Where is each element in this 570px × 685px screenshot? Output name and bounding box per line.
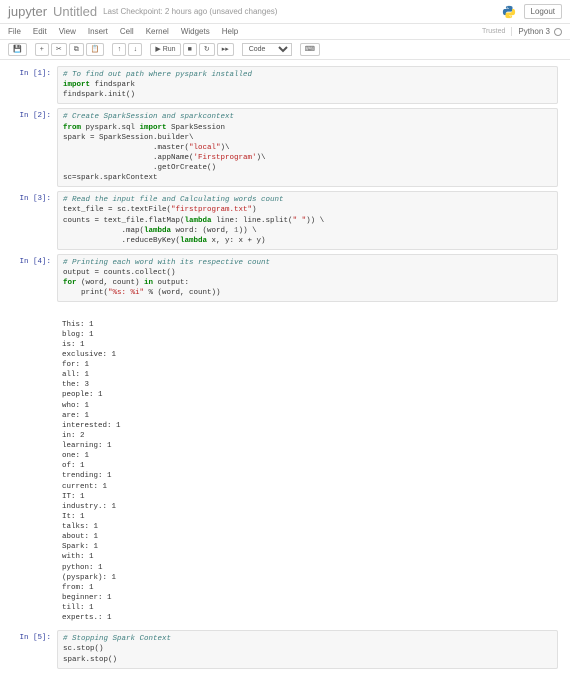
code-input[interactable]: # Printing each word with its respective… bbox=[57, 254, 558, 303]
menu-cell[interactable]: Cell bbox=[120, 27, 134, 36]
cut-button[interactable]: ✂ bbox=[51, 43, 67, 56]
copy-button[interactable]: ⧉ bbox=[69, 43, 84, 56]
toolbar: 💾 + ✂ ⧉ 📋 ↑ ↓ ▶ Run ■ ↻ ▸▸ Code ⌨ bbox=[0, 40, 570, 60]
run-button[interactable]: ▶ Run bbox=[150, 43, 180, 56]
trusted-indicator: Trusted bbox=[482, 28, 505, 35]
notebook-title[interactable]: Untitled bbox=[53, 4, 97, 19]
code-cell[interactable]: In [1]:# To find out path where pyspark … bbox=[12, 66, 558, 104]
restart-button[interactable]: ↻ bbox=[199, 43, 215, 56]
add-cell-button[interactable]: + bbox=[35, 43, 49, 56]
notebook-header: jupyter Untitled Last Checkpoint: 2 hour… bbox=[0, 0, 570, 24]
notebook-body: In [1]:# To find out path where pyspark … bbox=[0, 60, 570, 685]
code-cell[interactable]: In [5]:# Stopping Spark Context sc.stop(… bbox=[12, 630, 558, 668]
stdout-output: This: 1 blog: 1 is: 1 exclusive: 1 for: … bbox=[57, 306, 558, 626]
menu-widgets[interactable]: Widgets bbox=[181, 27, 210, 36]
menu-insert[interactable]: Insert bbox=[88, 27, 108, 36]
output-prompt bbox=[12, 306, 57, 626]
code-cell[interactable]: In [3]:# Read the input file and Calcula… bbox=[12, 191, 558, 250]
input-prompt: In [3]: bbox=[12, 191, 57, 250]
move-up-button[interactable]: ↑ bbox=[112, 43, 126, 56]
kernel-indicator-icon bbox=[554, 28, 562, 36]
code-input[interactable]: # To find out path where pyspark install… bbox=[57, 66, 558, 104]
jupyter-logo: jupyter bbox=[8, 4, 47, 19]
code-input[interactable]: # Stopping Spark Context sc.stop() spark… bbox=[57, 630, 558, 668]
menu-file[interactable]: File bbox=[8, 27, 21, 36]
restart-run-all-button[interactable]: ▸▸ bbox=[217, 43, 234, 56]
code-cell[interactable]: In [2]:# Create SparkSession and sparkco… bbox=[12, 108, 558, 187]
logout-button[interactable]: Logout bbox=[524, 4, 562, 19]
paste-button[interactable]: 📋 bbox=[86, 43, 105, 56]
menu-help[interactable]: Help bbox=[222, 27, 238, 36]
command-palette-button[interactable]: ⌨ bbox=[300, 43, 320, 56]
stop-button[interactable]: ■ bbox=[183, 43, 197, 56]
input-prompt: In [4]: bbox=[12, 254, 57, 303]
menu-kernel[interactable]: Kernel bbox=[146, 27, 169, 36]
input-prompt: In [1]: bbox=[12, 66, 57, 104]
save-button[interactable]: 💾 bbox=[8, 43, 27, 56]
input-prompt: In [5]: bbox=[12, 630, 57, 668]
menubar: File Edit View Insert Cell Kernel Widget… bbox=[0, 24, 570, 40]
menu-view[interactable]: View bbox=[59, 27, 76, 36]
code-cell[interactable]: In [4]:# Printing each word with its res… bbox=[12, 254, 558, 303]
celltype-select[interactable]: Code bbox=[242, 43, 292, 56]
checkpoint-text: Last Checkpoint: 2 hours ago (unsaved ch… bbox=[103, 7, 277, 16]
kernel-name[interactable]: Python 3 bbox=[511, 27, 550, 36]
output-cell: This: 1 blog: 1 is: 1 exclusive: 1 for: … bbox=[12, 306, 558, 626]
python-icon bbox=[502, 5, 516, 19]
code-input[interactable]: # Read the input file and Calculating wo… bbox=[57, 191, 558, 250]
code-input[interactable]: # Create SparkSession and sparkcontext f… bbox=[57, 108, 558, 187]
menu-edit[interactable]: Edit bbox=[33, 27, 47, 36]
input-prompt: In [2]: bbox=[12, 108, 57, 187]
move-down-button[interactable]: ↓ bbox=[128, 43, 142, 56]
